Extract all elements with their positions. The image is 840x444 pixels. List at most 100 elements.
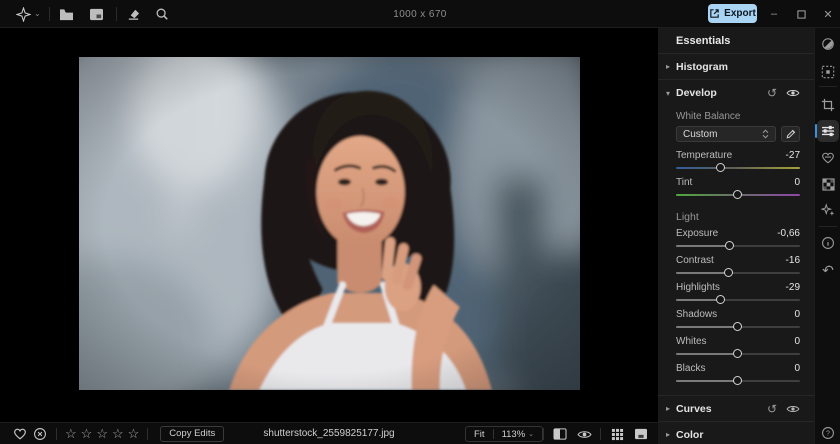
strip-divider bbox=[819, 86, 837, 87]
eraser-icon[interactable] bbox=[123, 3, 145, 25]
info-icon[interactable] bbox=[817, 232, 839, 254]
toolbar-divider bbox=[116, 7, 117, 21]
folder-icon[interactable] bbox=[56, 3, 78, 25]
export-button[interactable]: Export bbox=[708, 4, 757, 23]
duotone-circle-tool-icon[interactable] bbox=[817, 33, 839, 55]
help-icon[interactable]: ? bbox=[817, 422, 839, 444]
slider-value: 0 bbox=[794, 363, 800, 374]
slider-knob[interactable] bbox=[733, 349, 742, 358]
star-rating-4[interactable]: ☆ bbox=[110, 427, 126, 440]
edit-panel: Essentials ▸ Histogram ▾ Develop ↺ White… bbox=[658, 28, 814, 444]
slider-knob[interactable] bbox=[716, 163, 725, 172]
search-zoom-icon[interactable] bbox=[151, 3, 173, 25]
window-minimize-button[interactable]: – bbox=[761, 0, 787, 28]
window-close-button[interactable]: ✕ bbox=[815, 0, 840, 28]
adjustments-tool-icon[interactable] bbox=[817, 120, 839, 142]
texture-grid-tool-icon[interactable] bbox=[817, 173, 839, 195]
slider-knob[interactable] bbox=[733, 190, 742, 199]
contrast-slider-track[interactable] bbox=[676, 272, 800, 274]
star-rating-5[interactable]: ☆ bbox=[126, 427, 142, 440]
ai-sparkle-menu-button[interactable] bbox=[12, 3, 34, 25]
slider-contrast: Contrast -16 bbox=[676, 254, 800, 274]
slider-highlights: Highlights -29 bbox=[676, 281, 800, 301]
slider-value: 0 bbox=[794, 177, 800, 188]
slider-tint: Tint 0 bbox=[676, 176, 800, 196]
grid-view-icon[interactable] bbox=[607, 424, 627, 444]
temperature-slider-track[interactable] bbox=[676, 167, 800, 169]
copy-edits-button[interactable]: Copy Edits bbox=[160, 426, 224, 442]
chevron-down-icon: ⌄ bbox=[34, 10, 41, 18]
crop-tool-icon[interactable] bbox=[817, 94, 839, 116]
slider-value: -0,66 bbox=[777, 228, 800, 239]
tool-strip: ↶ ? bbox=[814, 28, 840, 444]
slider-value: -16 bbox=[786, 255, 800, 266]
strip-divider bbox=[819, 226, 837, 227]
whites-slider-track[interactable] bbox=[676, 353, 800, 355]
top-toolbar: ⌄ 1000 x 670 Export – ✕ bbox=[0, 0, 840, 28]
zoom-controls: Fit 113% ⌄ bbox=[465, 426, 543, 442]
section-curves[interactable]: ▸ Curves ↺ bbox=[658, 395, 814, 421]
export-label: Export bbox=[724, 8, 756, 19]
favorite-heart-icon[interactable] bbox=[10, 424, 30, 444]
visibility-eye-icon[interactable] bbox=[786, 88, 800, 98]
ai-enhance-sparkles-icon[interactable] bbox=[817, 199, 839, 221]
section-develop[interactable]: ▾ Develop ↺ bbox=[658, 80, 814, 106]
toolbar-divider bbox=[543, 428, 544, 440]
slider-value: 0 bbox=[794, 336, 800, 347]
triangle-down-icon: ▾ bbox=[666, 89, 676, 98]
slider-knob[interactable] bbox=[733, 322, 742, 331]
reset-develop-icon[interactable]: ↺ bbox=[767, 87, 777, 99]
highlights-slider-track[interactable] bbox=[676, 299, 800, 301]
tint-slider-track[interactable] bbox=[676, 194, 800, 196]
slider-temperature: Temperature -27 bbox=[676, 149, 800, 169]
slider-value: 0 bbox=[794, 309, 800, 320]
add-image-icon[interactable] bbox=[86, 3, 108, 25]
exposure-slider-track[interactable] bbox=[676, 245, 800, 247]
reject-icon[interactable] bbox=[30, 424, 50, 444]
slider-blacks: Blacks 0 bbox=[676, 362, 800, 382]
preview-eye-icon[interactable] bbox=[574, 424, 594, 444]
slider-exposure: Exposure -0,66 bbox=[676, 227, 800, 247]
slider-value: -27 bbox=[786, 150, 800, 161]
fit-button[interactable]: Fit bbox=[466, 427, 493, 441]
toolbar-divider bbox=[147, 428, 148, 440]
toolbar-divider bbox=[56, 428, 57, 440]
svg-text:?: ? bbox=[826, 431, 830, 438]
slider-whites: Whites 0 bbox=[676, 335, 800, 355]
reset-curves-icon[interactable]: ↺ bbox=[767, 403, 777, 415]
undo-icon[interactable]: ↶ bbox=[817, 259, 839, 281]
star-rating-1[interactable]: ☆ bbox=[63, 427, 79, 440]
eyedropper-icon bbox=[786, 129, 796, 139]
editor-canvas[interactable] bbox=[0, 28, 658, 422]
slider-knob[interactable] bbox=[725, 241, 734, 250]
zoom-level-dropdown[interactable]: 113% ⌄ bbox=[494, 427, 542, 441]
slider-shadows: Shadows 0 bbox=[676, 308, 800, 328]
slider-knob[interactable] bbox=[716, 295, 725, 304]
section-color[interactable]: ▸ Color bbox=[658, 421, 814, 444]
zoom-level-value: 113% bbox=[502, 429, 526, 440]
eyedropper-button[interactable] bbox=[781, 126, 800, 142]
select-chevrons-icon bbox=[762, 129, 769, 139]
white-balance-value: Custom bbox=[683, 129, 717, 140]
white-balance-dropdown[interactable]: Custom bbox=[676, 126, 776, 142]
shadows-slider-track[interactable] bbox=[676, 326, 800, 328]
chevron-down-icon: ⌄ bbox=[528, 431, 534, 438]
compare-before-after-icon[interactable] bbox=[550, 424, 570, 444]
export-icon bbox=[709, 8, 720, 19]
slider-knob[interactable] bbox=[724, 268, 733, 277]
favorites-tool-icon[interactable] bbox=[817, 146, 839, 168]
section-histogram[interactable]: ▸ Histogram bbox=[658, 54, 814, 80]
blacks-slider-track[interactable] bbox=[676, 380, 800, 382]
slider-knob[interactable] bbox=[733, 376, 742, 385]
slider-value: -29 bbox=[786, 282, 800, 293]
window-maximize-button[interactable] bbox=[788, 0, 814, 28]
star-rating-2[interactable]: ☆ bbox=[79, 427, 95, 440]
photo-portrait-woman[interactable] bbox=[79, 57, 580, 390]
white-balance-label: White Balance bbox=[676, 111, 796, 122]
mask-selection-tool-icon[interactable] bbox=[817, 61, 839, 83]
light-group-label: Light bbox=[676, 211, 796, 223]
toolbar-divider bbox=[49, 7, 50, 21]
star-rating-3[interactable]: ☆ bbox=[94, 427, 110, 440]
filmstrip-view-icon[interactable] bbox=[631, 424, 651, 444]
visibility-eye-icon[interactable] bbox=[786, 404, 800, 414]
